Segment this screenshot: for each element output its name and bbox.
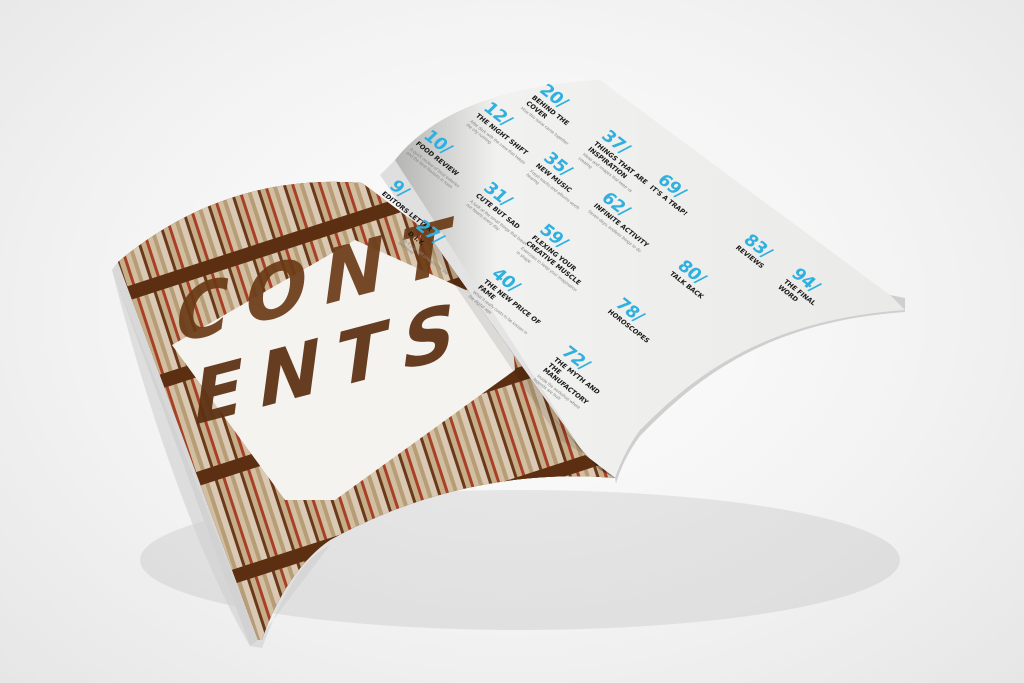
magazine-scene: CONT ENTS 9/ EDITORS LETTER 10/ FOOD REV… [0,0,1024,683]
toc-item[interactable]: 62/ INFINITE ACTIVITY Seven days, endles… [587,189,665,256]
toc-item[interactable]: 78/ HOROSCOPES [605,295,679,358]
toc-item[interactable]: 10/ FOOD REVIEW A quick review of local … [405,127,487,197]
toc-item[interactable]: 80/ TALK BACK [667,257,734,314]
toc-item[interactable]: 27/ D.I.Y. Do it yourself projects for t… [397,217,479,287]
toc-item[interactable]: 69/ IT'S A TRAP! [647,171,714,228]
toc: 9/ EDITORS LETTER 10/ FOOD REVIEW A quic… [0,0,1024,683]
toc-item[interactable]: 72/ THE MYTH AND THE MANUFACTORY Inside … [532,343,625,424]
